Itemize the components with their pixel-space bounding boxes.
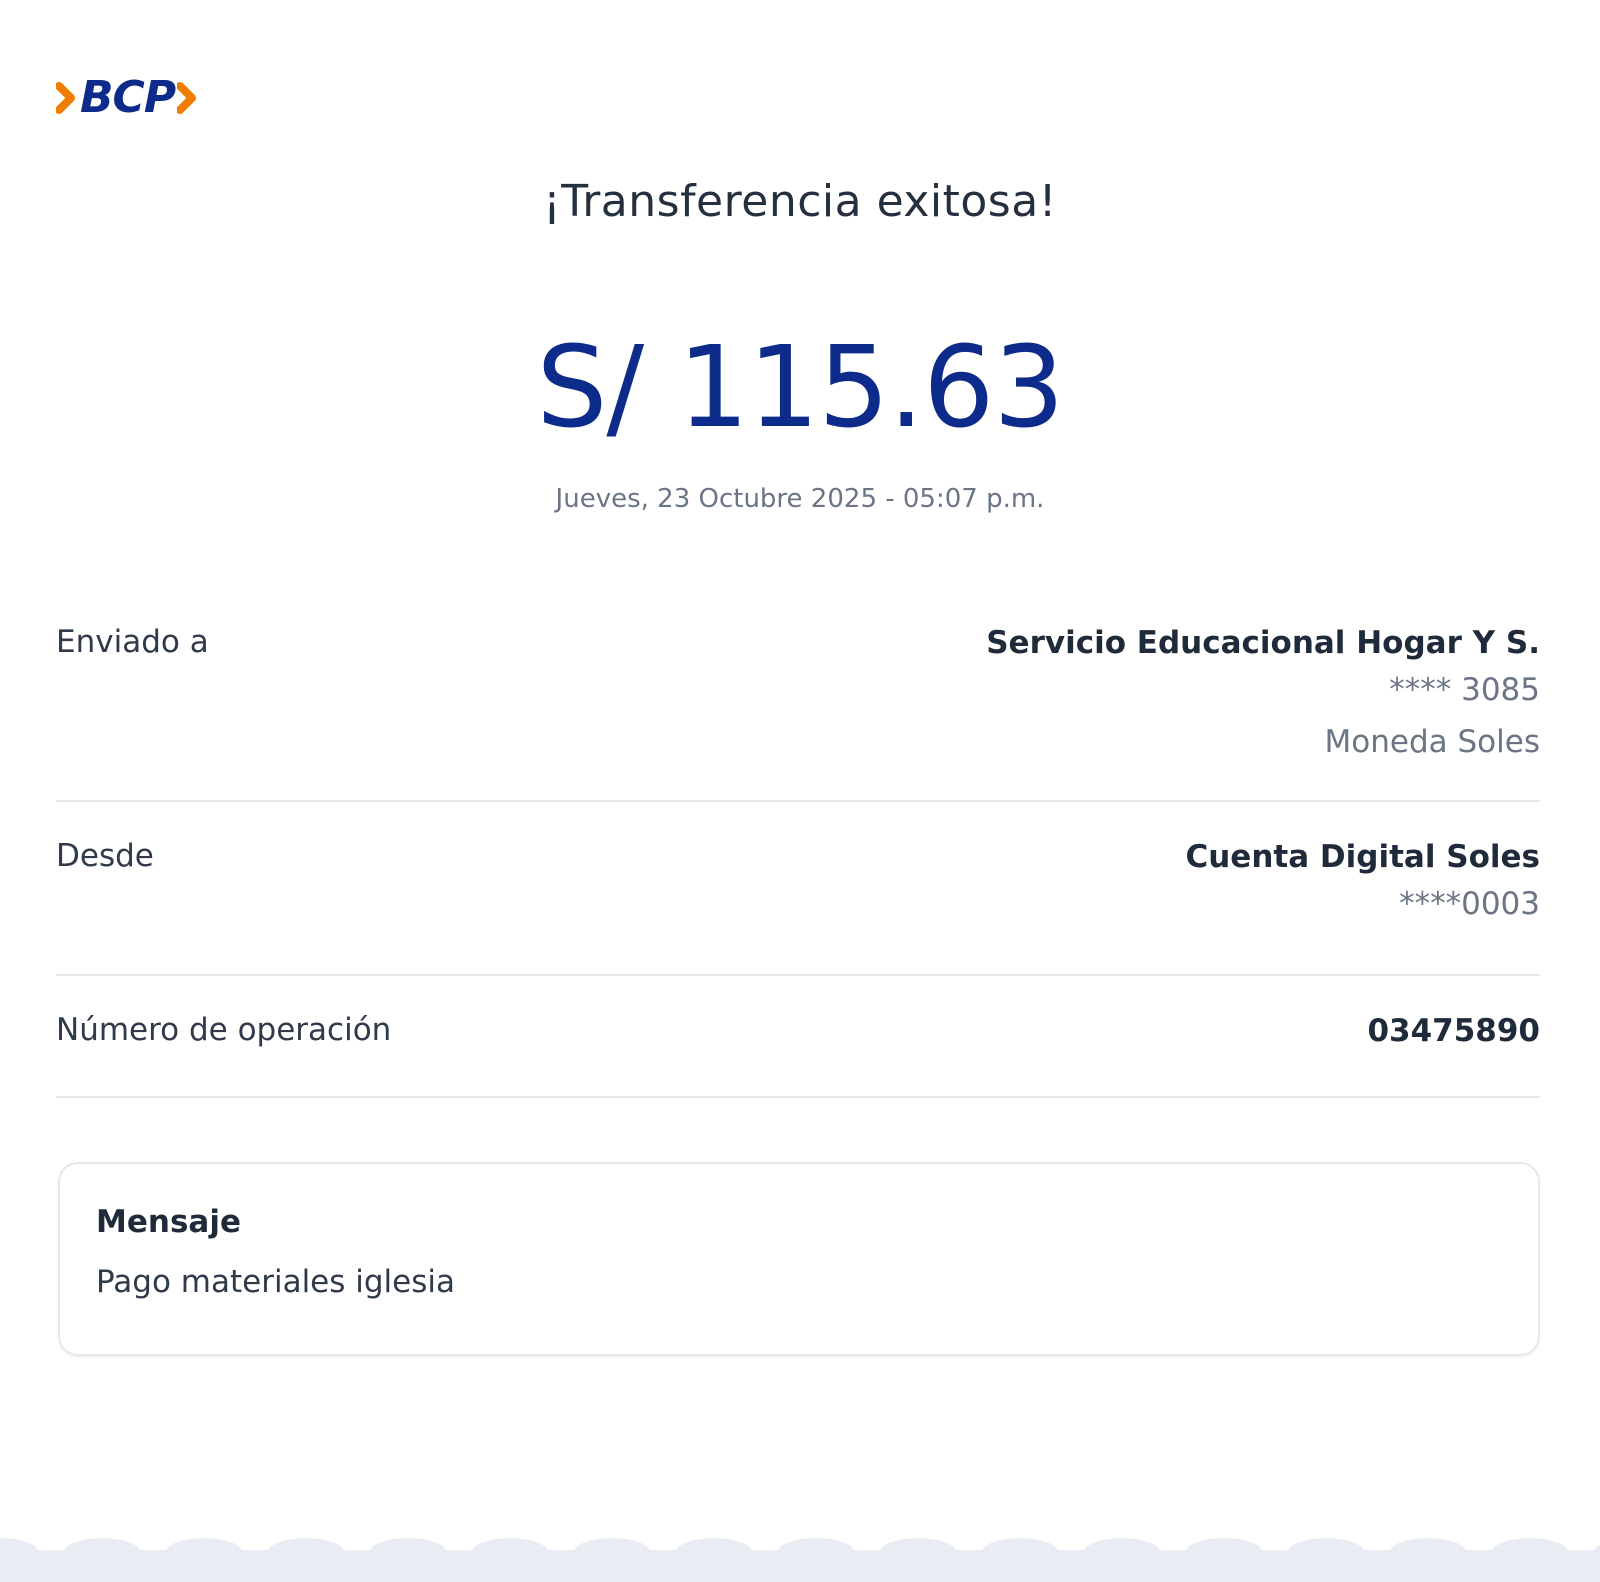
detail-values: Servicio Educacional Hogar Y S. **** 308… [986,588,1540,768]
chevron-right-icon [56,82,75,114]
detail-row-enviado: Enviado a Servicio Educacional Hogar Y S… [56,588,1540,802]
transfer-amount: S/ 115.63 [536,323,1064,453]
transfer-datetime: Jueves, 23 Octubre 2025 - 05:07 p.m. [555,484,1045,514]
recipient-name: Servicio Educacional Hogar Y S. [986,625,1540,661]
source-account-number: ****0003 [1399,886,1540,922]
operation-number: 03475890 [1367,1013,1540,1049]
message-text: Pago materiales iglesia [96,1264,455,1300]
page-title: ¡Transferencia exitosa! [543,176,1057,227]
detail-values: 03475890 [1367,976,1540,1052]
detail-values: Cuenta Digital Soles ****0003 [1185,802,1540,930]
detail-label: Desde [56,838,154,874]
recipient-account: **** 3085 [1389,672,1540,708]
detail-row-operacion: Número de operación 03475890 [56,976,1540,1098]
logo-text: BCP [80,72,176,123]
detail-row-desde: Desde Cuenta Digital Soles ****0003 [56,802,1540,976]
transfer-details: Enviado a Servicio Educacional Hogar Y S… [56,588,1540,1098]
bcp-logo: BCP [56,74,199,122]
chevron-right-icon [177,82,197,114]
recipient-currency: Moneda Soles [1324,724,1540,760]
detail-label: Número de operación [56,1012,392,1048]
detail-label: Enviado a [56,624,209,660]
message-label: Mensaje [96,1204,241,1240]
receipt-scalloped-edge [0,1538,1600,1582]
message-card: Mensaje Pago materiales iglesia [58,1162,1540,1356]
source-account-name: Cuenta Digital Soles [1185,839,1540,875]
